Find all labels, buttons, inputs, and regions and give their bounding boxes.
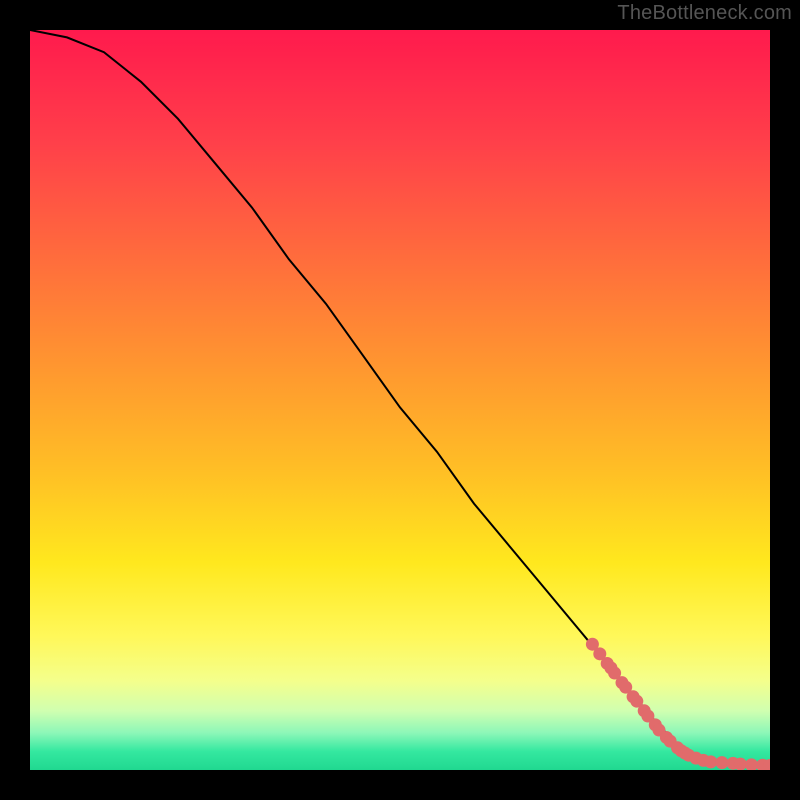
chart-svg — [30, 30, 770, 770]
data-point — [704, 755, 717, 768]
data-point — [715, 756, 728, 769]
attribution-label: TheBottleneck.com — [617, 2, 792, 25]
chart-frame: TheBottleneck.com — [0, 0, 800, 800]
plot-area — [30, 30, 770, 770]
gradient-background — [30, 30, 770, 770]
data-point — [734, 758, 747, 770]
